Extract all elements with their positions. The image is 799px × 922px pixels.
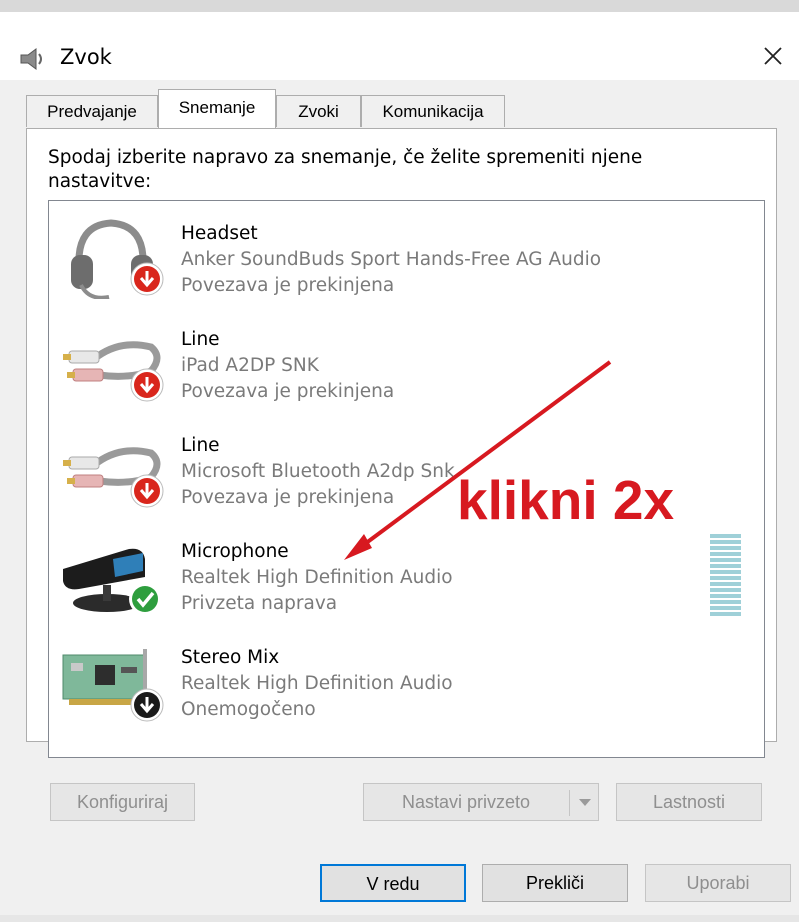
set-default-label: Nastavi privzeto <box>401 792 531 812</box>
apply-button[interactable]: Uporabi <box>645 864 791 902</box>
tab-snemanje[interactable]: Snemanje <box>158 89 276 128</box>
speaker-icon <box>20 48 42 70</box>
disconnected-badge-icon <box>130 474 164 508</box>
split-separator <box>569 790 570 816</box>
device-name: Line <box>181 329 220 350</box>
device-description: Anker SoundBuds Sport Hands-Free AG Audi… <box>181 249 602 270</box>
device-description: Realtek High Definition Audio <box>181 567 453 588</box>
close-icon <box>764 47 782 65</box>
cancel-button[interactable]: Prekliči <box>482 864 628 902</box>
window-bottom-border <box>0 915 799 922</box>
device-name: Headset <box>181 223 258 244</box>
configure-button[interactable]: Konfiguriraj <box>50 783 195 821</box>
window-title: Zvok <box>60 45 112 69</box>
microphone-icon <box>63 548 161 615</box>
sound-card-icon <box>62 649 164 722</box>
headset-icon <box>71 219 164 299</box>
tab-zvoki[interactable]: Zvoki <box>276 95 361 127</box>
line-in-cable-icon <box>63 447 164 508</box>
annotation-arrow <box>344 360 612 560</box>
device-item-stereo-mix[interactable]: Stereo Mix Realtek High Definition Audio… <box>49 625 764 731</box>
disconnected-badge-icon <box>130 368 164 402</box>
instruction-text: Spodaj izberite napravo za snemanje, če … <box>48 147 643 192</box>
device-description: iPad A2DP SNK <box>181 355 319 376</box>
device-status: Privzeta naprava <box>181 593 338 614</box>
default-device-check-icon <box>129 583 161 615</box>
device-item-headset[interactable]: Headset Anker SoundBuds Sport Hands-Free… <box>49 201 764 307</box>
device-name: Stereo Mix <box>181 647 280 668</box>
annotation-label: klikni 2x <box>457 469 675 531</box>
tab-predvajanje[interactable]: Predvajanje <box>26 95 158 127</box>
properties-button[interactable]: Lastnosti <box>616 783 762 821</box>
line-in-cable-icon <box>63 341 164 402</box>
close-button[interactable] <box>756 39 790 73</box>
device-description: Realtek High Definition Audio <box>181 673 453 694</box>
device-status: Onemogočeno <box>181 699 316 720</box>
tab-komunikacija[interactable]: Komunikacija <box>361 95 505 127</box>
disconnected-badge-icon <box>130 262 164 296</box>
title-bar: Zvok <box>0 12 799 80</box>
ok-button[interactable]: V redu <box>320 864 466 902</box>
chevron-down-icon[interactable] <box>572 784 598 820</box>
window-top-border <box>0 0 799 12</box>
microphone-level-meter <box>710 534 741 616</box>
device-name: Line <box>181 435 220 456</box>
set-default-button[interactable]: Nastavi privzeto <box>363 783 599 821</box>
disabled-badge-icon <box>130 688 164 722</box>
device-status: Povezava je prekinjena <box>181 275 395 296</box>
device-name: Microphone <box>181 541 289 562</box>
